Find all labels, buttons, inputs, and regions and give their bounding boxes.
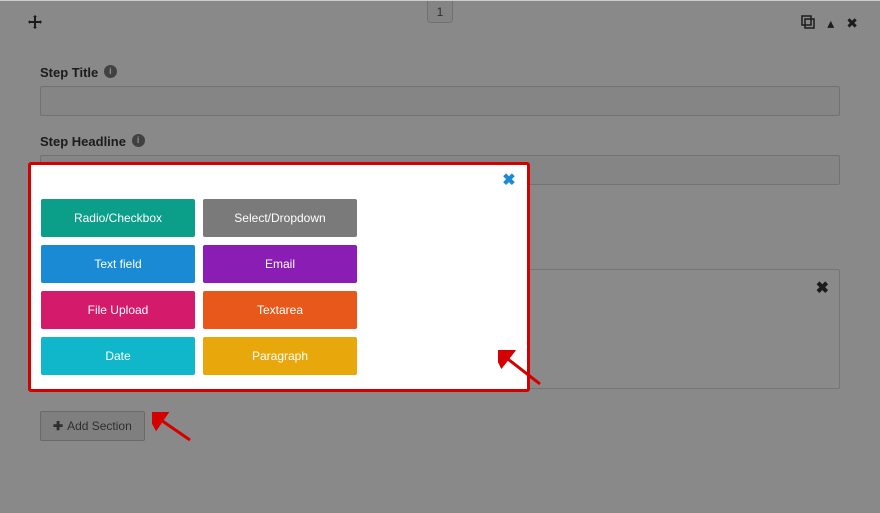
modal-body: Radio/CheckboxSelect/DropdownText fieldE… <box>31 165 527 389</box>
modal-close-icon[interactable]: ✖ <box>499 171 519 191</box>
plus-icon: ✚ <box>53 419 63 433</box>
duplicate-icon[interactable] <box>801 15 815 32</box>
element-option-file-upload[interactable]: File Upload <box>41 291 195 329</box>
element-option-radio-checkbox[interactable]: Radio/Checkbox <box>41 199 195 237</box>
close-icon[interactable]: ✖ <box>846 15 858 32</box>
info-icon[interactable]: i <box>104 65 117 78</box>
element-option-email[interactable]: Email <box>203 245 357 283</box>
move-handle-icon[interactable] <box>28 15 42 34</box>
element-option-select-dropdown[interactable]: Select/Dropdown <box>203 199 357 237</box>
element-option-text-field[interactable]: Text field <box>41 245 195 283</box>
step-headline-label: Step Headline i <box>40 134 840 149</box>
element-option-date[interactable]: Date <box>41 337 195 375</box>
section-close-icon[interactable]: ✖ <box>816 278 829 298</box>
element-option-textarea[interactable]: Textarea <box>203 291 357 329</box>
step-tab[interactable]: 1 <box>427 1 453 23</box>
collapse-icon[interactable]: ▴ <box>827 15 834 32</box>
step-title-label: Step Title i <box>40 65 840 80</box>
element-picker-modal: ✖ Radio/CheckboxSelect/DropdownText fiel… <box>28 162 530 392</box>
header-actions: ▴ ✖ <box>801 15 858 32</box>
element-option-paragraph[interactable]: Paragraph <box>203 337 357 375</box>
add-section-button[interactable]: ✚Add Section <box>40 411 145 441</box>
step-title-input[interactable] <box>40 86 840 116</box>
info-icon[interactable]: i <box>132 134 145 147</box>
